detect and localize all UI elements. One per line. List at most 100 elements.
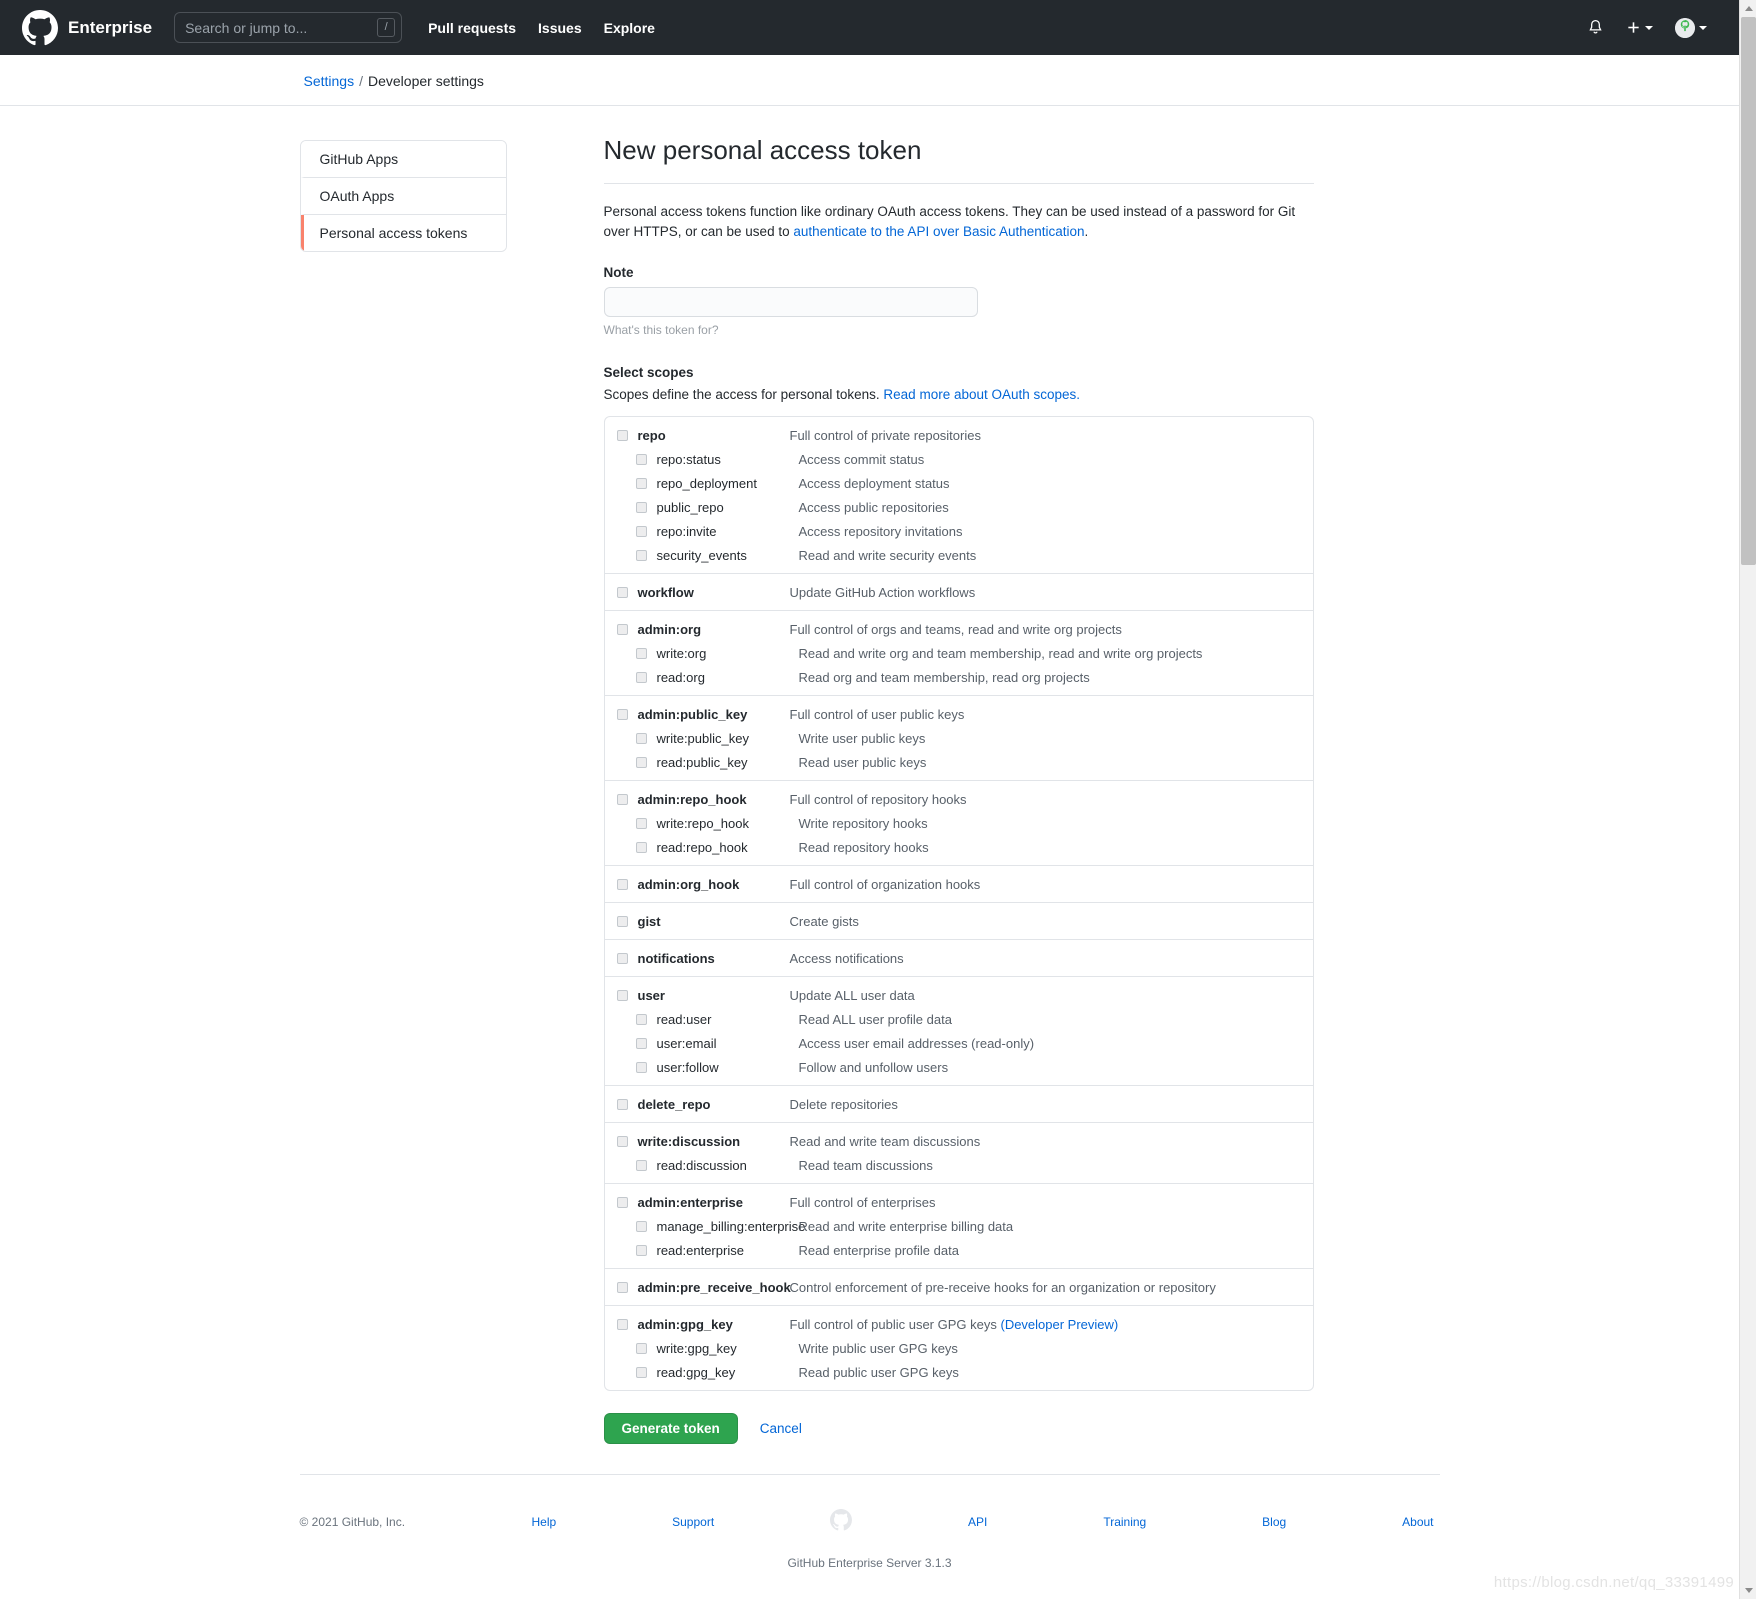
footer-link-training[interactable]: Training (1103, 1515, 1146, 1529)
scope-checkbox[interactable] (635, 453, 647, 465)
scope-sub-row[interactable]: security_events Read and write security e… (605, 543, 1313, 567)
scope-sub-row[interactable]: user:email Access user email addresses (r… (605, 1031, 1313, 1055)
scope-checkbox[interactable] (616, 1098, 628, 1110)
scope-row[interactable]: workflow Update GitHub Action workflows (605, 580, 1313, 604)
scope-checkbox[interactable] (635, 1159, 647, 1171)
breadcrumb-settings-link[interactable]: Settings (304, 73, 355, 89)
scope-sub-row[interactable]: repo_deployment Access deployment status (605, 471, 1313, 495)
scope-sub-row[interactable]: write:org Read and write org and team mem… (605, 641, 1313, 665)
scope-row[interactable]: repo Full control of private repositories (605, 423, 1313, 447)
footer-link-blog[interactable]: Blog (1262, 1515, 1286, 1529)
scrollbar-up-arrow[interactable] (1740, 0, 1756, 17)
scope-checkbox[interactable] (616, 586, 628, 598)
search-input[interactable] (174, 12, 403, 43)
scope-description: Read and write enterprise billing data (798, 1218, 1014, 1234)
scope-checkbox[interactable] (635, 1220, 647, 1232)
scope-sub-row[interactable]: public_repo Access public repositories (605, 495, 1313, 519)
scope-sub-row[interactable]: user:follow Follow and unfollow users (605, 1055, 1313, 1079)
scope-sub-row[interactable]: read:org Read org and team membership, re… (605, 665, 1313, 689)
scope-sub-row[interactable]: write:repo_hook Write repository hooks (605, 811, 1313, 835)
github-logo-icon[interactable] (22, 9, 58, 46)
page-title: New personal access token (603, 135, 922, 165)
scope-row[interactable]: admin:repo_hook Full control of repositor… (605, 787, 1313, 811)
scope-row[interactable]: admin:org Full control of orgs and teams,… (605, 617, 1313, 641)
scope-row[interactable]: admin:public_key Full control of user pub… (605, 702, 1313, 726)
scope-sub-row[interactable]: repo:invite Access repository invitations (605, 519, 1313, 543)
scope-row[interactable]: write:discussion Read and write team disc… (605, 1129, 1313, 1153)
header-brand-label[interactable]: Enterprise (68, 18, 152, 38)
scope-checkbox[interactable] (635, 501, 647, 513)
scope-row[interactable]: delete_repo Delete repositories (605, 1092, 1313, 1116)
scope-checkbox[interactable] (616, 915, 628, 927)
scrollbar-thumb[interactable] (1741, 17, 1756, 565)
sidebar-item-oauth-apps[interactable]: OAuth Apps (300, 178, 506, 215)
footer-link-help[interactable]: Help (532, 1515, 557, 1529)
scope-checkbox[interactable] (635, 1013, 647, 1025)
footer-link-support[interactable]: Support (672, 1515, 714, 1529)
footer-link-api[interactable]: API (968, 1515, 987, 1529)
scope-row[interactable]: user Update ALL user data (605, 983, 1313, 1007)
generate-token-button[interactable]: Generate token (603, 1413, 738, 1445)
scope-sub-row[interactable]: manage_billing:enterprise Read and write … (605, 1214, 1313, 1238)
notifications-bell-button[interactable] (1587, 19, 1604, 36)
oauth-scopes-doc-link[interactable]: Read more about OAuth scopes. (883, 387, 1080, 402)
page-scrollbar[interactable] (1739, 0, 1756, 1599)
scrollbar-down-arrow[interactable] (1740, 1582, 1756, 1599)
footer-link-about[interactable]: About (1402, 1515, 1433, 1529)
scope-checkbox[interactable] (635, 1037, 647, 1049)
scope-sub-row[interactable]: repo:status Access commit status (605, 447, 1313, 471)
scope-checkbox[interactable] (616, 878, 628, 890)
scope-sub-row[interactable]: read:enterprise Read enterprise profile d… (605, 1238, 1313, 1262)
scope-checkbox[interactable] (616, 623, 628, 635)
sidebar-item-personal-access-tokens[interactable]: Personal access tokens (300, 215, 506, 251)
scope-checkbox[interactable] (635, 1244, 647, 1256)
scope-checkbox[interactable] (616, 1196, 628, 1208)
user-menu-button[interactable] (1675, 17, 1707, 38)
scope-checkbox[interactable] (616, 793, 628, 805)
scope-checkbox[interactable] (635, 671, 647, 683)
scope-checkbox[interactable] (635, 817, 647, 829)
basic-auth-doc-link[interactable]: authenticate to the API over Basic Authe… (793, 224, 1084, 239)
cancel-button[interactable]: Cancel (760, 1421, 802, 1436)
scope-row[interactable]: admin:org_hook Full control of organizati… (605, 872, 1313, 896)
scope-checkbox[interactable] (635, 841, 647, 853)
note-input[interactable] (603, 287, 978, 318)
scope-checkbox[interactable] (635, 1366, 647, 1378)
scope-checkbox[interactable] (635, 477, 647, 489)
scope-row[interactable]: notifications Access notifications (605, 946, 1313, 970)
scope-row[interactable]: admin:pre_receive_hook Control enforcemen… (605, 1275, 1313, 1299)
scope-checkbox[interactable] (635, 549, 647, 561)
scope-sub-row[interactable]: read:gpg_key Read public user GPG keys (605, 1360, 1313, 1384)
scope-checkbox[interactable] (635, 525, 647, 537)
search-box[interactable]: / (174, 12, 403, 43)
scope-sub-row[interactable]: read:discussion Read team discussions (605, 1153, 1313, 1177)
scope-checkbox[interactable] (635, 756, 647, 768)
scope-checkbox[interactable] (616, 1135, 628, 1147)
scope-checkbox[interactable] (635, 1342, 647, 1354)
scope-sub-row[interactable]: write:gpg_key Write public user GPG keys (605, 1336, 1313, 1360)
nav-explore[interactable]: Explore (604, 20, 655, 36)
scope-sub-row[interactable]: read:repo_hook Read repository hooks (605, 835, 1313, 859)
scope-sub-row[interactable]: write:public_key Write user public keys (605, 726, 1313, 750)
scope-group: write:discussion Read and write team disc… (604, 1123, 1313, 1185)
scope-checkbox[interactable] (616, 952, 628, 964)
scope-sub-row[interactable]: read:public_key Read user public keys (605, 750, 1313, 774)
scope-row[interactable]: admin:gpg_key Full control of public user… (605, 1312, 1313, 1336)
scope-sub-row[interactable]: read:user Read ALL user profile data (605, 1007, 1313, 1031)
nav-issues[interactable]: Issues (538, 20, 582, 36)
developer-preview-link[interactable]: (Developer Preview) (1000, 1317, 1118, 1332)
create-new-button[interactable] (1626, 20, 1653, 35)
scope-checkbox[interactable] (616, 1281, 628, 1293)
nav-pull-requests[interactable]: Pull requests (428, 20, 516, 36)
scope-row[interactable]: gist Create gists (605, 909, 1313, 933)
sidebar-item-github-apps[interactable]: GitHub Apps (300, 141, 506, 178)
scope-checkbox[interactable] (635, 647, 647, 659)
scope-checkbox[interactable] (616, 429, 628, 441)
scope-checkbox[interactable] (616, 708, 628, 720)
scope-row[interactable]: admin:enterprise Full control of enterpri… (605, 1190, 1313, 1214)
scope-checkbox[interactable] (616, 1318, 628, 1330)
scope-description: Write repository hooks (798, 815, 928, 831)
scope-checkbox[interactable] (635, 1061, 647, 1073)
scope-checkbox[interactable] (635, 732, 647, 744)
scope-checkbox[interactable] (616, 989, 628, 1001)
